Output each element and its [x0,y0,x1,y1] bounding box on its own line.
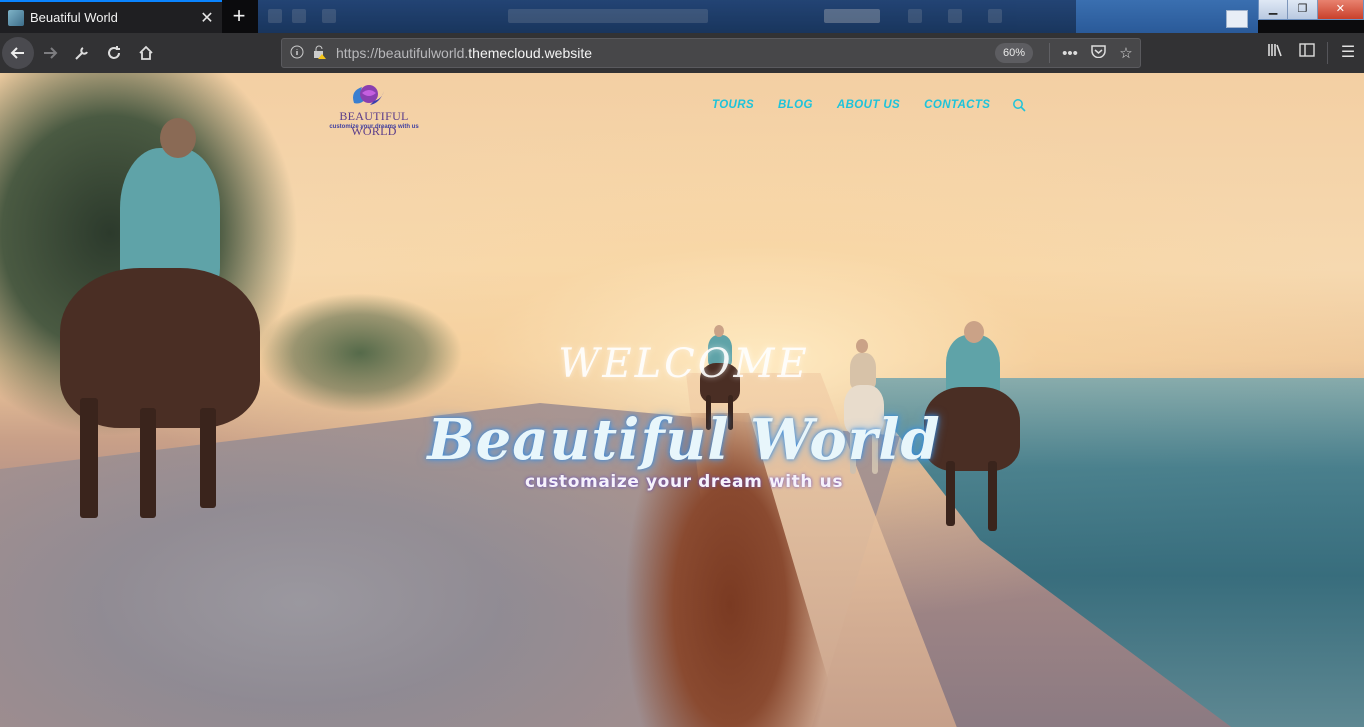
forward-arrow-icon[interactable] [34,37,66,69]
info-icon[interactable] [286,45,308,62]
lock-warning-icon[interactable] [308,45,330,62]
site-logo[interactable]: BEAUTIFUL WORLD customize your dreams wi… [318,81,430,138]
back-arrow-icon[interactable] [2,37,34,69]
more-actions-icon[interactable]: ••• [1056,45,1084,62]
hero-title: Beautiful World [427,407,941,473]
minimize-button[interactable]: ▁ [1259,0,1289,19]
tab-title: Beuatiful World [30,10,118,25]
url-text[interactable]: https://beautifulworld.themecloud.websit… [336,45,995,61]
hero-subtitle: customaize your dream with us [524,472,844,492]
close-window-button[interactable]: ✕ [1317,0,1363,19]
sidebar-icon[interactable] [1291,37,1323,69]
reload-icon[interactable] [98,37,130,69]
window-controls: ▁ ❐ ✕ [1258,0,1364,20]
search-icon[interactable] [1012,98,1026,112]
nav-contacts[interactable]: CONTACTS [924,99,990,111]
home-icon[interactable] [130,37,162,69]
nav-about-us[interactable]: ABOUT US [837,99,900,111]
hero-welcome-text: WELCOME [558,341,810,387]
tab-strip: Beuatiful World ✕ + ▁ ❐ ✕ [0,0,1364,33]
url-bar[interactable]: https://beautifulworld.themecloud.websit… [281,38,1141,68]
tab-close-icon[interactable]: ✕ [196,8,218,28]
nav-tours[interactable]: TOURS [712,99,754,111]
active-tab[interactable]: Beuatiful World ✕ [0,0,222,33]
library-icon[interactable] [1259,37,1291,69]
menu-icon[interactable]: ☰ [1332,37,1364,69]
bookmark-star-icon[interactable]: ☆ [1112,44,1140,62]
page-viewport: BEAUTIFUL WORLD customize your dreams wi… [0,73,1364,727]
logo-tagline: customize your dreams with us [329,124,419,130]
background-window-right [1076,0,1258,33]
zoom-level[interactable]: 60% [994,43,1033,63]
wrench-icon[interactable] [66,37,98,69]
restore-button[interactable]: ❐ [1288,0,1318,19]
new-tab-button[interactable]: + [226,4,252,30]
site-navigation: TOURS BLOG ABOUT US CONTACTS [700,98,1026,112]
right-toolbar: ☰ [1259,37,1364,69]
nav-blog[interactable]: BLOG [778,99,813,111]
background-window [258,0,1076,33]
navigation-toolbar: https://beautifulworld.themecloud.websit… [0,33,1364,73]
pocket-icon[interactable] [1084,44,1112,62]
logo-mark-icon [353,85,384,105]
favicon-icon [8,9,24,26]
